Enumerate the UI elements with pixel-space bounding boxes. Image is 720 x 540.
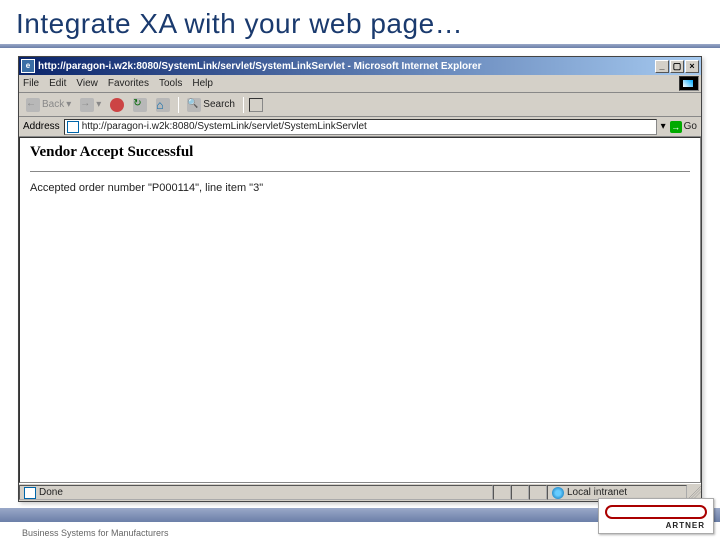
address-dropdown-icon[interactable]: ▾ <box>661 121 666 132</box>
refresh-icon <box>133 98 147 112</box>
chevron-down-icon: ▾ <box>66 99 71 110</box>
address-label: Address <box>23 121 60 132</box>
menu-favorites[interactable]: Favorites <box>108 78 149 89</box>
status-slot <box>529 485 547 500</box>
toolbar-separator <box>178 97 179 113</box>
menu-edit[interactable]: Edit <box>49 78 66 89</box>
maximize-button[interactable]: ▢ <box>670 60 684 73</box>
footer-text: Business Systems for Manufacturers <box>22 528 169 538</box>
address-value: http://paragon-i.w2k:8080/SystemLink/ser… <box>82 121 367 132</box>
forward-icon <box>80 98 94 112</box>
globe-icon <box>552 487 564 499</box>
address-input[interactable]: http://paragon-i.w2k:8080/SystemLink/ser… <box>64 119 657 135</box>
search-icon <box>187 98 201 112</box>
logo-bar-icon <box>605 505 707 519</box>
menu-tools[interactable]: Tools <box>159 78 182 89</box>
page-divider <box>30 171 690 172</box>
throbber-icon <box>679 76 699 91</box>
zone-text: Local intranet <box>567 487 627 498</box>
addressbar: Address http://paragon-i.w2k:8080/System… <box>19 117 701 137</box>
toolbar-box <box>249 98 263 112</box>
back-button[interactable]: Back ▾ <box>23 97 74 113</box>
go-icon: → <box>670 121 682 133</box>
search-button[interactable]: Search <box>184 97 238 113</box>
close-button[interactable]: × <box>685 60 699 73</box>
page-heading: Vendor Accept Successful <box>30 144 690 161</box>
back-label: Back <box>42 99 64 110</box>
document-icon <box>24 487 36 499</box>
menu-view[interactable]: View <box>76 78 98 89</box>
toolbar-separator <box>243 97 244 113</box>
minimize-button[interactable]: _ <box>655 60 669 73</box>
go-label: Go <box>684 121 697 132</box>
slide-title: Integrate XA with your web page… <box>0 0 720 44</box>
back-icon <box>26 98 40 112</box>
partner-logo: ARTNER <box>598 498 714 534</box>
stop-icon <box>110 98 124 112</box>
home-icon <box>156 98 170 112</box>
stop-button[interactable] <box>107 97 127 113</box>
status-main: Done <box>19 485 493 500</box>
refresh-button[interactable] <box>130 97 150 113</box>
home-button[interactable] <box>153 97 173 113</box>
window-title: http://paragon-i.w2k:8080/SystemLink/ser… <box>38 61 655 72</box>
go-button[interactable]: → Go <box>670 121 697 133</box>
page-body-text: Accepted order number "P000114", line it… <box>30 182 690 194</box>
chevron-down-icon: ▾ <box>96 99 101 110</box>
browser-window: e http://paragon-i.w2k:8080/SystemLink/s… <box>18 56 702 502</box>
window-controls: _ ▢ × <box>655 60 699 73</box>
page-content: Vendor Accept Successful Accepted order … <box>19 137 701 483</box>
status-slot <box>511 485 529 500</box>
search-label: Search <box>203 99 235 110</box>
titlebar: e http://paragon-i.w2k:8080/SystemLink/s… <box>19 57 701 75</box>
status-text: Done <box>39 487 63 498</box>
menubar: File Edit View Favorites Tools Help <box>19 75 701 93</box>
ie-icon: e <box>21 59 35 73</box>
menu-file[interactable]: File <box>23 78 39 89</box>
forward-button[interactable]: ▾ <box>77 97 104 113</box>
menu-help[interactable]: Help <box>192 78 213 89</box>
title-underline <box>0 44 720 48</box>
status-slot <box>493 485 511 500</box>
page-icon <box>67 121 79 133</box>
toolbar: Back ▾ ▾ Search <box>19 93 701 117</box>
logo-label: ARTNER <box>666 521 705 530</box>
